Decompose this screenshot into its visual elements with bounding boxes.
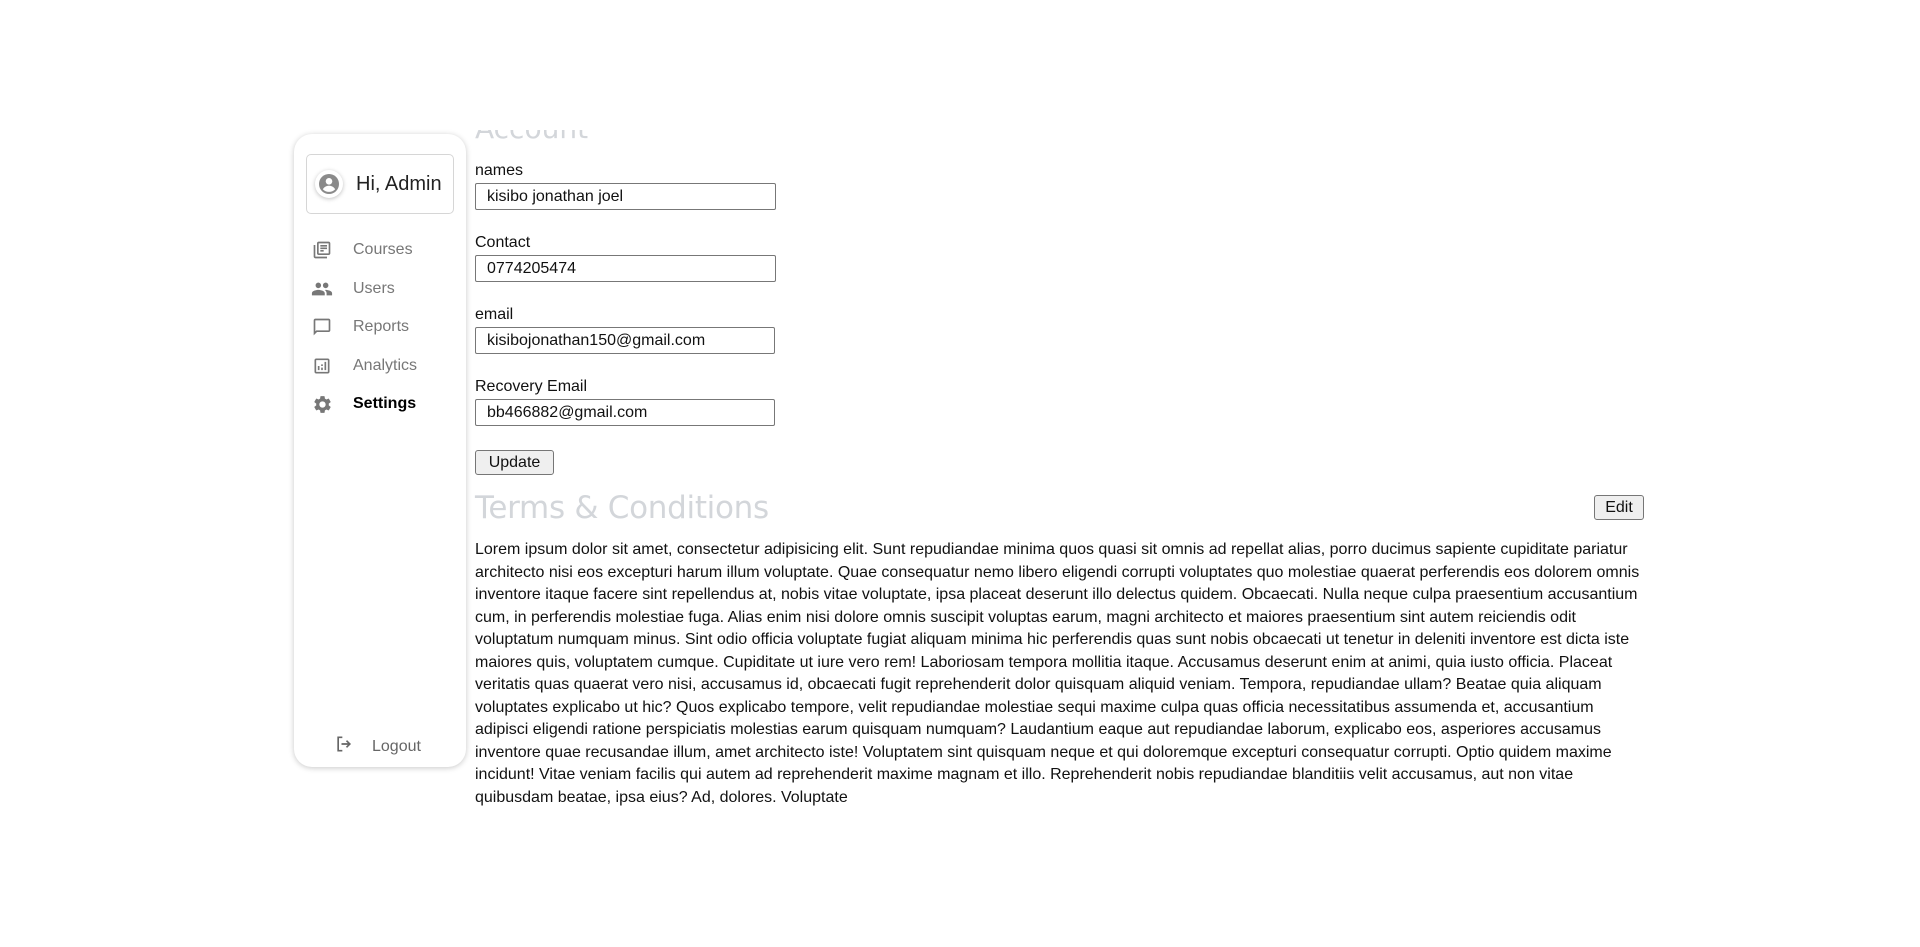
profile-card: Hi, Admin (306, 154, 454, 214)
terms-body-text: Lorem ipsum dolor sit amet, consectetur … (475, 541, 1640, 806)
sidebar-item-courses[interactable]: Courses (311, 231, 461, 270)
edit-terms-button[interactable]: Edit (1594, 495, 1644, 520)
logout-button[interactable]: Logout (334, 734, 421, 759)
sidebar-item-label: Users (353, 279, 395, 297)
analytics-icon (311, 355, 333, 377)
sidebar-item-label: Settings (353, 395, 417, 413)
sidebar-item-analytics[interactable]: Analytics (311, 347, 461, 386)
sidebar-item-reports[interactable]: Reports (311, 308, 461, 347)
sidebar-item-settings[interactable]: Settings (311, 385, 461, 424)
avatar (315, 170, 343, 198)
sidebar-item-label: Analytics (353, 356, 418, 374)
sidebar-item-users[interactable]: Users (311, 270, 461, 309)
update-button[interactable]: Update (475, 450, 554, 475)
settings-main: Account names Contact email Recovery Ema… (475, 0, 1647, 947)
sidebar-nav: Courses Users Reports Analytics Settings (311, 231, 461, 424)
greeting-text: Hi, Admin (356, 172, 442, 195)
sidebar-item-label: Courses (353, 241, 413, 259)
names-label: names (475, 162, 524, 179)
account-circle-icon (319, 174, 339, 194)
sidebar-item-label: Reports (353, 318, 410, 336)
names-field[interactable] (475, 183, 776, 210)
recovery-email-field[interactable] (475, 399, 775, 426)
account-section-title: Account (475, 112, 589, 145)
email-field[interactable] (475, 327, 775, 354)
email-label: email (475, 306, 514, 323)
gear-icon (311, 393, 333, 415)
terms-section-title: Terms & Conditions (475, 490, 769, 526)
recovery-email-label: Recovery Email (475, 378, 588, 395)
logout-icon (334, 734, 354, 759)
sidebar: Hi, Admin Courses Users Reports Analytic… (294, 134, 466, 767)
chat-bubble-icon (311, 316, 333, 338)
contact-field[interactable] (475, 255, 776, 282)
logout-label: Logout (372, 737, 421, 755)
people-icon (311, 278, 333, 300)
library-books-icon (311, 239, 333, 261)
contact-label: Contact (475, 234, 531, 251)
